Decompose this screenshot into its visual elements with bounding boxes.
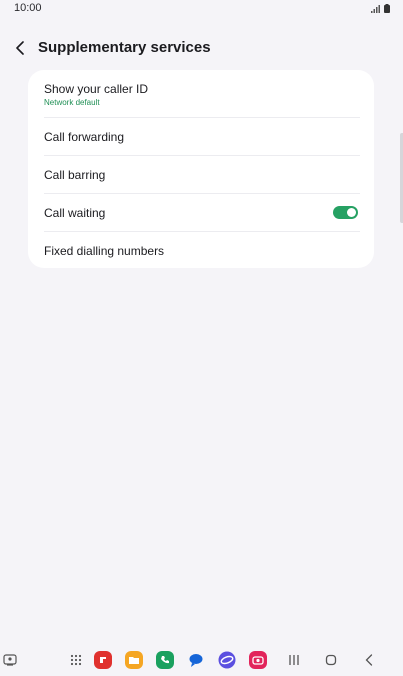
status-icons	[371, 3, 390, 13]
app-header: Supplementary services	[0, 30, 403, 66]
back-icon	[365, 654, 373, 666]
phone-icon	[156, 651, 174, 669]
phone-app[interactable]	[155, 650, 175, 670]
flipboard-app[interactable]	[93, 650, 113, 670]
recents-icon	[289, 655, 299, 665]
setting-sublabel: Network default	[44, 98, 100, 107]
status-time: 10:00	[14, 2, 42, 14]
setting-call-barring[interactable]: Call barring	[28, 156, 374, 193]
my-files-app[interactable]	[124, 650, 144, 670]
apps-button[interactable]	[66, 650, 86, 670]
home-button[interactable]	[321, 650, 341, 670]
status-bar: 10:00	[0, 0, 403, 18]
apps-grid-icon	[70, 654, 82, 666]
my-files-icon	[125, 651, 143, 669]
setting-label: Show your caller ID	[44, 82, 149, 96]
setting-call-forwarding[interactable]: Call forwarding	[28, 118, 374, 155]
back-button[interactable]	[10, 38, 30, 58]
edge-panel-icon	[3, 654, 17, 666]
screen-recorder-app[interactable]	[248, 650, 268, 670]
flipboard-icon	[94, 651, 112, 669]
battery-icon	[384, 4, 390, 13]
messages-app[interactable]	[186, 650, 206, 670]
settings-card: Show your caller ID Network default Call…	[28, 70, 374, 268]
call-waiting-toggle[interactable]	[333, 206, 358, 219]
setting-call-waiting[interactable]: Call waiting	[28, 194, 374, 231]
internet-app[interactable]	[217, 650, 237, 670]
page-title: Supplementary services	[38, 39, 211, 56]
setting-label: Call waiting	[44, 206, 106, 220]
setting-label: Call forwarding	[44, 130, 125, 144]
edge-panel-button[interactable]	[0, 650, 20, 670]
internet-icon	[218, 651, 236, 669]
home-icon	[325, 654, 337, 666]
chevron-left-icon	[16, 41, 24, 55]
setting-show-caller-id[interactable]: Show your caller ID Network default	[28, 70, 374, 117]
setting-label: Fixed dialling numbers	[44, 244, 165, 258]
signal-icon	[371, 5, 380, 13]
back-nav-button[interactable]	[359, 650, 379, 670]
setting-label: Call barring	[44, 168, 106, 182]
messages-icon	[189, 654, 203, 667]
setting-fixed-dialling-numbers[interactable]: Fixed dialling numbers	[28, 232, 374, 268]
taskbar	[0, 644, 403, 676]
recents-button[interactable]	[284, 650, 304, 670]
screen-recorder-icon	[249, 651, 267, 669]
toggle-knob	[347, 208, 356, 217]
